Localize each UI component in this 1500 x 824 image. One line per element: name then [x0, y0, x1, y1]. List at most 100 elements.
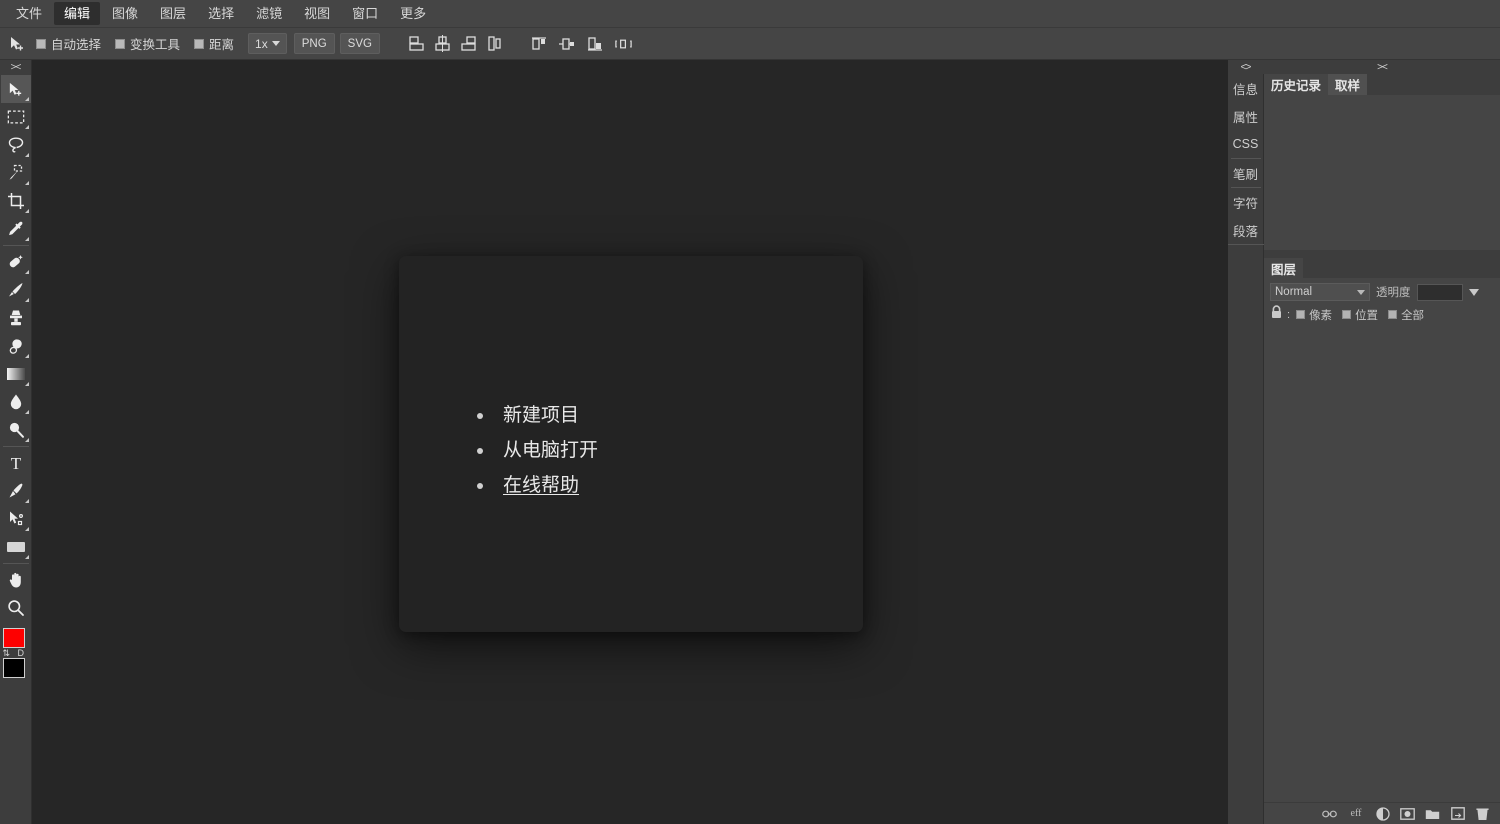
- checkbox-box: [1388, 310, 1397, 319]
- opacity-dropdown-icon[interactable]: [1469, 289, 1479, 296]
- welcome-item-open-from-computer[interactable]: 从电脑打开: [477, 439, 598, 463]
- link-layers-icon[interactable]: [1322, 806, 1337, 821]
- welcome-item-label: 新建项目: [503, 404, 579, 428]
- lock-position-checkbox[interactable]: 位置: [1342, 307, 1378, 323]
- lock-all-checkbox[interactable]: 全部: [1388, 307, 1424, 323]
- tab-history[interactable]: 历史记录: [1264, 74, 1328, 95]
- hand-tool-button[interactable]: [1, 566, 31, 594]
- history-panel-body[interactable]: [1264, 95, 1500, 250]
- tool-options-bar: 自动选择 变换工具 距离 1x PNG SVG: [0, 28, 1500, 60]
- lock-icon: [1270, 305, 1283, 324]
- rail-tab-info[interactable]: 信息: [1228, 74, 1264, 102]
- shape-tool-button[interactable]: [1, 533, 31, 561]
- menu-item-edit[interactable]: 编辑: [54, 2, 100, 25]
- menu-item-select[interactable]: 选择: [198, 2, 244, 25]
- lock-position-label: 位置: [1355, 307, 1378, 323]
- layer-effects-label: eff: [1351, 808, 1362, 819]
- zoom-tool-button[interactable]: [1, 594, 31, 622]
- delete-layer-icon[interactable]: [1475, 806, 1490, 821]
- path-selection-tool-button[interactable]: [1, 505, 31, 533]
- eyedropper-tool-button[interactable]: [1, 215, 31, 243]
- rail-tab-css[interactable]: CSS: [1228, 130, 1264, 158]
- distribute-bottom-icon[interactable]: [586, 34, 605, 53]
- toolbar-collapse-button[interactable]: ><: [0, 60, 32, 75]
- panel-collapse-button[interactable]: ><: [1264, 60, 1500, 74]
- layers-list[interactable]: [1264, 328, 1500, 802]
- background-color-swatch[interactable]: [3, 658, 25, 678]
- layer-effects-icon[interactable]: eff: [1347, 806, 1365, 821]
- right-vertical-tab-rail: <> 信息 属性 CSS 笔刷 字符 段落: [1228, 60, 1264, 824]
- history-panel-tabstrip: 历史记录 取样: [1264, 74, 1500, 95]
- lock-pixels-checkbox[interactable]: 像素: [1296, 307, 1332, 323]
- menu-item-layer[interactable]: 图层: [150, 2, 196, 25]
- tab-layers[interactable]: 图层: [1264, 258, 1303, 278]
- blend-mode-value: Normal: [1275, 286, 1312, 298]
- new-group-icon[interactable]: [1425, 806, 1440, 821]
- layers-panel-footer: eff: [1264, 802, 1500, 824]
- checkbox-box: [1296, 310, 1305, 319]
- export-png-button[interactable]: PNG: [294, 33, 335, 54]
- bullet-icon: [477, 413, 483, 419]
- auto-select-checkbox[interactable]: 自动选择: [36, 34, 101, 53]
- export-svg-button[interactable]: SVG: [340, 33, 380, 54]
- lasso-tool-button[interactable]: [1, 131, 31, 159]
- menu-item-more[interactable]: 更多: [390, 2, 436, 25]
- menu-bar: 文件 编辑 图像 图层 选择 滤镜 视图 窗口 更多: [0, 0, 1500, 28]
- move-tool-button[interactable]: [1, 75, 31, 103]
- healing-brush-tool-button[interactable]: [1, 248, 31, 276]
- marquee-tool-button[interactable]: [1, 103, 31, 131]
- align-middle-icon[interactable]: [485, 34, 504, 53]
- rail-tab-properties[interactable]: 属性: [1228, 102, 1264, 130]
- menu-item-window[interactable]: 窗口: [342, 2, 388, 25]
- rail-tab-brush[interactable]: 笔刷: [1228, 159, 1264, 187]
- distribute-top-icon[interactable]: [530, 34, 549, 53]
- distance-checkbox[interactable]: 距离: [194, 34, 234, 53]
- type-tool-button[interactable]: T: [1, 449, 31, 477]
- welcome-item-label: 在线帮助: [503, 474, 579, 498]
- menu-item-file[interactable]: 文件: [6, 2, 52, 25]
- color-swatches[interactable]: ⇅ D: [1, 628, 31, 680]
- align-button-group: [407, 34, 504, 53]
- rail-tab-paragraph[interactable]: 段落: [1228, 216, 1264, 244]
- welcome-item-label: 从电脑打开: [503, 439, 598, 463]
- swap-colors-icon[interactable]: ⇅: [3, 648, 11, 659]
- canvas-area[interactable]: 新建项目 从电脑打开 在线帮助: [32, 60, 1228, 824]
- zoom-level-select[interactable]: 1x: [248, 33, 287, 54]
- menu-item-filter[interactable]: 滤镜: [246, 2, 292, 25]
- tab-sampling[interactable]: 取样: [1328, 74, 1367, 95]
- pen-tool-button[interactable]: [1, 477, 31, 505]
- dodge-tool-button[interactable]: [1, 416, 31, 444]
- layer-mask-icon[interactable]: [1400, 806, 1415, 821]
- align-center-horizontal-icon[interactable]: [433, 34, 452, 53]
- new-layer-icon[interactable]: [1450, 806, 1465, 821]
- align-right-icon[interactable]: [459, 34, 478, 53]
- paintbrush-tool-button[interactable]: [1, 276, 31, 304]
- distribute-vertical-center-icon[interactable]: [558, 34, 577, 53]
- welcome-item-online-help[interactable]: 在线帮助: [477, 474, 598, 498]
- rail-tab-character[interactable]: 字符: [1228, 188, 1264, 216]
- foreground-color-swatch[interactable]: [3, 628, 25, 648]
- gradient-tool-button[interactable]: [1, 360, 31, 388]
- blur-tool-button[interactable]: [1, 388, 31, 416]
- opacity-input[interactable]: [1417, 284, 1463, 301]
- clone-stamp-tool-button[interactable]: [1, 304, 31, 332]
- lock-pixels-label: 像素: [1309, 307, 1332, 323]
- toolbar-divider: [3, 563, 29, 564]
- menu-item-image[interactable]: 图像: [102, 2, 148, 25]
- blend-mode-select[interactable]: Normal: [1270, 283, 1370, 301]
- distribute-button-group: [530, 34, 633, 53]
- rail-empty-space: [1228, 244, 1264, 824]
- distribute-horizontal-spacing-icon[interactable]: [614, 34, 633, 53]
- rail-collapse-button[interactable]: <>: [1228, 60, 1264, 74]
- align-left-icon[interactable]: [407, 34, 426, 53]
- eraser-tool-button[interactable]: [1, 332, 31, 360]
- magic-wand-tool-button[interactable]: [1, 159, 31, 187]
- welcome-item-new-project[interactable]: 新建项目: [477, 404, 598, 428]
- checkbox-box: [36, 39, 46, 49]
- adjustment-layer-icon[interactable]: [1375, 806, 1390, 821]
- default-colors-label[interactable]: D: [18, 648, 25, 658]
- crop-tool-button[interactable]: [1, 187, 31, 215]
- menu-item-view[interactable]: 视图: [294, 2, 340, 25]
- transform-tool-checkbox[interactable]: 变换工具: [115, 34, 180, 53]
- move-tool-icon[interactable]: [4, 32, 30, 56]
